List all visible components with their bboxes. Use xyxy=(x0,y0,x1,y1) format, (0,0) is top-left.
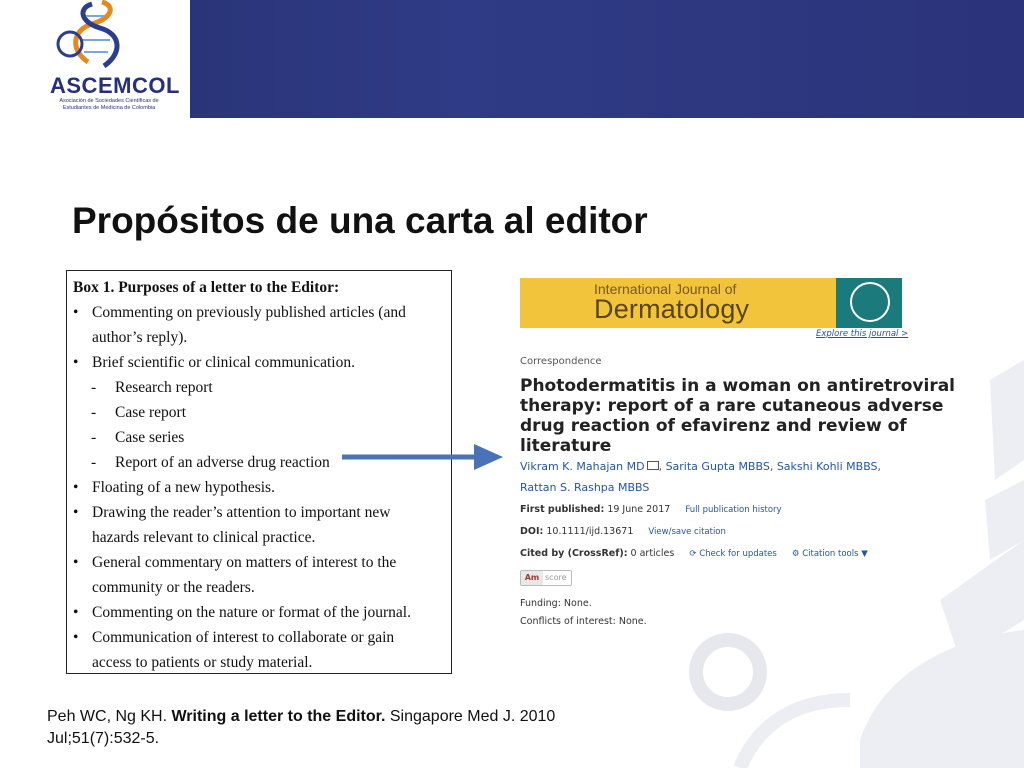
purpose-text: General commentary on matters of interes… xyxy=(92,554,397,571)
purpose-text: hazards relevant to clinical practice. xyxy=(92,529,316,546)
author-list: Vikram K. Mahajan MD, Sarita Gupta MBBS,… xyxy=(520,460,882,494)
purpose-item: • Drawing the reader’s attention to impor… xyxy=(73,500,445,525)
dash-marker: - xyxy=(91,454,97,471)
purpose-text: Commenting on the nature or format of th… xyxy=(92,604,411,621)
doi-row: DOI: 10.1111/ijd.13671 View/save citatio… xyxy=(520,526,726,537)
purposes-box: Box 1. Purposes of a letter to the Edito… xyxy=(66,270,452,674)
purpose-text: Floating of a new hypothesis. xyxy=(92,479,275,496)
explore-journal-link[interactable]: Explore this journal > xyxy=(816,329,908,339)
cited-by-value: 0 articles xyxy=(630,548,675,559)
cited-by-label: Cited by (CrossRef): xyxy=(520,548,628,559)
author-link[interactable]: Sakshi Kohli MBBS xyxy=(777,460,878,473)
publication-history-link[interactable]: Full publication history xyxy=(685,505,781,515)
purposes-list: • Commenting on previously published arti… xyxy=(73,300,445,675)
bullet-marker: • xyxy=(73,629,79,646)
altmetric-score: score xyxy=(545,573,567,582)
purpose-text: Communication of interest to collaborate… xyxy=(92,629,395,646)
slide-title: Propósitos de una carta al editor xyxy=(72,200,648,241)
journal-banner: International Journal of Dermatology xyxy=(520,278,902,328)
reference-source: Singapore Med J. 2010 xyxy=(389,708,556,725)
purpose-item: community or the readers. xyxy=(73,575,445,600)
citation-tools-button[interactable]: ⚙ Citation tools ▼ xyxy=(792,549,868,559)
purpose-text: community or the readers. xyxy=(92,579,255,596)
cited-by-row: Cited by (CrossRef): 0 articles ⟳ Check … xyxy=(520,548,868,559)
mail-icon[interactable] xyxy=(646,461,659,470)
logo-subtitle: Asociación de Sociedades Científicas de … xyxy=(59,98,159,111)
purpose-item: • Brief scientific or clinical communicat… xyxy=(73,350,445,375)
bullet-marker: • xyxy=(73,304,79,321)
purpose-item: • Commenting on previously published arti… xyxy=(73,300,445,325)
author-link[interactable]: Vikram K. Mahajan MD xyxy=(520,460,645,473)
altmetric-badge[interactable]: Am score xyxy=(520,570,572,586)
article-screenshot: International Journal of Dermatology Exp… xyxy=(512,276,982,636)
reference-title: Writing a letter to the Editor. xyxy=(171,708,386,725)
citation-reference: Peh WC, Ng KH. Writing a letter to the E… xyxy=(47,706,647,750)
check-updates-link[interactable]: ⟳ Check for updates xyxy=(689,549,776,559)
dash-marker: - xyxy=(91,429,97,446)
conflicts-text: Conflicts of interest: None. xyxy=(520,616,647,627)
refresh-icon: ⟳ xyxy=(689,549,700,559)
doi-value: 10.1111/ijd.13671 xyxy=(546,526,634,537)
purpose-item: • Commenting on the nature or format of t… xyxy=(73,600,445,625)
box-title: Box 1. Purposes of a letter to the Edito… xyxy=(73,279,340,296)
purpose-item: - Case report xyxy=(73,400,445,425)
bullet-marker: • xyxy=(73,554,79,571)
bullet-marker: • xyxy=(73,354,79,371)
first-published-label: First published: xyxy=(520,504,605,515)
bullet-marker: • xyxy=(73,504,79,521)
purpose-text: Drawing the reader’s attention to import… xyxy=(92,504,391,521)
article-section: Correspondence xyxy=(520,356,602,367)
bullet-marker: • xyxy=(73,604,79,621)
altmetric-am: Am xyxy=(521,571,543,585)
purpose-item: hazards relevant to clinical practice. xyxy=(73,525,445,550)
purpose-item: • Floating of a new hypothesis. xyxy=(73,475,445,500)
purpose-text: access to patients or study material. xyxy=(92,654,313,671)
journal-seal-icon xyxy=(850,282,890,322)
purpose-text: author’s reply). xyxy=(92,329,188,346)
first-published-row: First published: 19 June 2017 Full publi… xyxy=(520,504,782,515)
first-published-value: 19 June 2017 xyxy=(607,504,671,515)
purpose-text: Case report xyxy=(115,404,187,421)
author-link[interactable]: Sarita Gupta MBBS xyxy=(666,460,770,473)
journal-name-line2: Dermatology xyxy=(594,294,750,324)
view-citation-link[interactable]: View/save citation xyxy=(648,527,726,537)
article-title: Photodermatitis in a woman on antiretrov… xyxy=(520,376,956,456)
doi-label: DOI: xyxy=(520,526,544,537)
purpose-text: Commenting on previously published artic… xyxy=(92,304,406,321)
purpose-item: author’s reply). xyxy=(73,325,445,350)
reference-authors: Peh WC, Ng KH. xyxy=(47,708,168,725)
purpose-text: Report of an adverse drug reaction xyxy=(115,454,330,471)
purpose-item: access to patients or study material. xyxy=(73,650,445,675)
dash-marker: - xyxy=(91,379,97,396)
purpose-text: Case series xyxy=(115,429,185,446)
funding-text: Funding: None. xyxy=(520,598,592,609)
logo-name: ASCEMCOL xyxy=(50,73,180,98)
purpose-text: Brief scientific or clinical communicati… xyxy=(92,354,355,371)
reference-volume: Jul;51(7):532-5. xyxy=(47,730,160,747)
purpose-item: • Communication of interest to collaborat… xyxy=(73,625,445,650)
purpose-text: Research report xyxy=(115,379,213,396)
bullet-marker: • xyxy=(73,479,79,496)
logo: ASCEMCOL Asociación de Sociedades Cientí… xyxy=(0,0,190,118)
author-link[interactable]: Rattan S. Rashpa MBBS xyxy=(520,481,649,494)
purpose-item: • General commentary on matters of intere… xyxy=(73,550,445,575)
dash-marker: - xyxy=(91,404,97,421)
dna-logo-icon xyxy=(56,0,120,69)
purpose-item: - Case series xyxy=(73,425,445,450)
purpose-item: - Research report xyxy=(73,375,445,400)
purpose-item: - Report of an adverse drug reaction xyxy=(73,450,445,475)
gear-icon: ⚙ xyxy=(791,549,803,559)
